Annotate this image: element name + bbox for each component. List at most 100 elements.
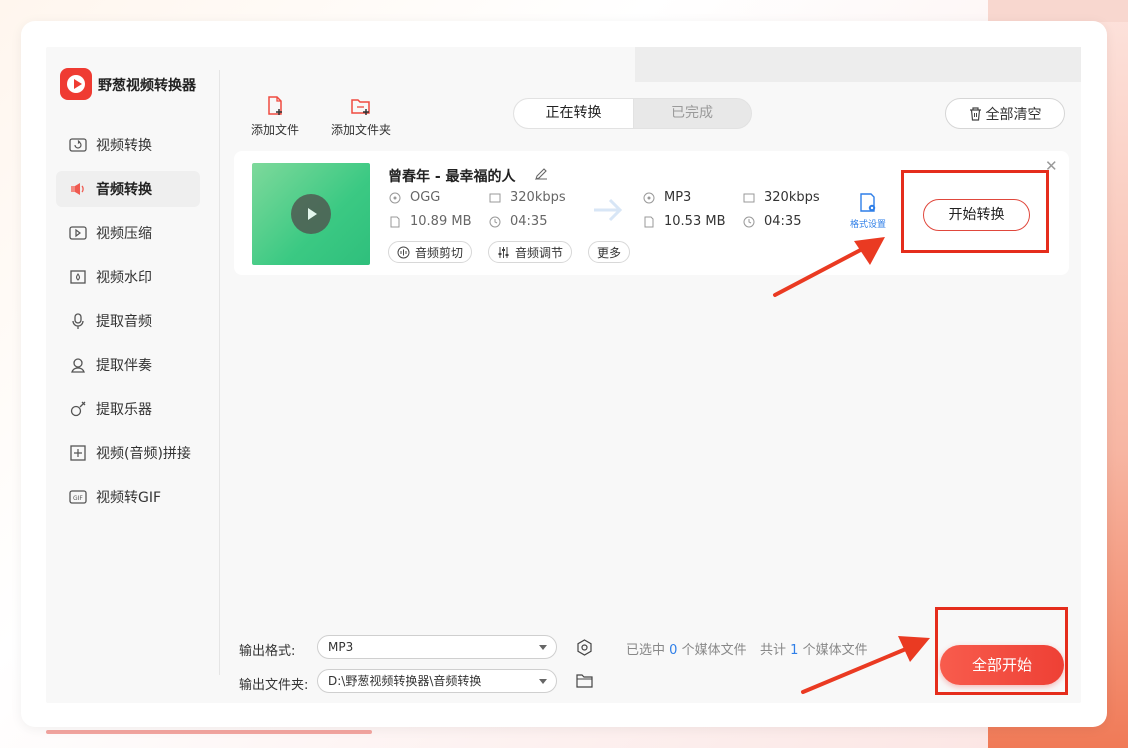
selected-count-text: 已选中 0 个媒体文件 (626, 639, 747, 658)
format-settings-button[interactable]: 格式设置 (848, 192, 888, 230)
input-format-value: OGG (410, 190, 441, 205)
format-icon (642, 191, 656, 205)
add-file-label: 添加文件 (250, 123, 299, 137)
clear-all-button[interactable]: 全部清空 (945, 98, 1065, 129)
sidebar-divider (219, 70, 220, 675)
app-logo-icon (60, 68, 92, 100)
sidebar-item-label: 音频转换 (96, 182, 152, 198)
output-folder-select[interactable]: D:\野葱视频转换器\音频转换 (317, 669, 557, 693)
output-format-label: 输出格式: (239, 644, 296, 659)
video-convert-icon (68, 135, 88, 155)
add-file-icon (268, 96, 282, 115)
folder-icon[interactable] (576, 673, 593, 688)
sidebar-item-label: 视频(音频)拼接 (96, 446, 191, 462)
background-accent-top (988, 0, 1128, 22)
bitrate-icon (488, 191, 502, 205)
output-format: MP3 (642, 190, 691, 205)
app-body (46, 47, 1081, 703)
audio-cut-button[interactable]: 音频剪切 (388, 241, 473, 263)
app-title: 野葱视频转换器 (98, 78, 196, 94)
mic-icon (68, 311, 88, 331)
sidebar-item-video-watermark[interactable]: 视频水印 (56, 259, 200, 295)
selected-suffix: 个媒体文件 (681, 643, 747, 658)
accompaniment-icon (68, 355, 88, 375)
sliders-icon (498, 246, 509, 258)
output-bitrate: 320kbps (742, 190, 820, 205)
audio-cut-label: 音频剪切 (415, 245, 464, 260)
clock-icon (742, 215, 756, 229)
output-duration: 04:35 (742, 214, 801, 229)
audio-adjust-button[interactable]: 音频调节 (488, 241, 573, 263)
waveform-icon (397, 246, 410, 258)
sidebar-item-label: 视频转GIF (96, 490, 162, 506)
clear-all-label: 全部清空 (985, 106, 1042, 123)
chevron-down-icon (539, 679, 547, 684)
arrow-right-icon (594, 198, 623, 222)
sidebar-item-extract-audio[interactable]: 提取音频 (56, 303, 200, 339)
guitar-icon (68, 399, 88, 419)
selected-prefix: 已选中 (626, 643, 666, 658)
sidebar-item-label: 视频转换 (96, 138, 152, 154)
edit-icon[interactable] (534, 166, 549, 181)
trash-icon (969, 106, 981, 121)
play-icon[interactable] (291, 194, 331, 234)
sidebar-item-audio-convert[interactable]: 音频转换 (56, 171, 200, 207)
speaker-icon (68, 179, 88, 199)
output-format-select[interactable]: MP3 (317, 635, 557, 659)
format-settings-label: 格式设置 (849, 220, 886, 230)
sidebar-item-label: 提取音频 (96, 314, 152, 330)
more-label: 更多 (597, 245, 622, 260)
chevron-down-icon (539, 645, 547, 650)
sidebar-item-label: 视频水印 (96, 270, 152, 286)
sidebar-item-merge[interactable]: 视频(音频)拼接 (56, 435, 200, 471)
background-line (46, 730, 372, 734)
output-duration-value: 04:35 (764, 214, 802, 229)
more-button[interactable]: 更多 (588, 241, 631, 263)
add-file-button[interactable]: 添加文件 (250, 95, 300, 138)
output-size-value: 10.53 MB (664, 214, 726, 229)
file-size-icon (388, 215, 402, 229)
file-size-icon (642, 215, 656, 229)
clock-icon (488, 215, 502, 229)
format-settings-icon (860, 193, 876, 212)
add-folder-button[interactable]: 添加文件夹 (330, 95, 392, 138)
total-prefix: 共计 (760, 643, 787, 658)
input-bitrate: 320kbps (488, 190, 566, 205)
sidebar-item-extract-accompaniment[interactable]: 提取伴奏 (56, 347, 200, 383)
input-duration-value: 04:35 (510, 214, 548, 229)
tab-converting[interactable]: 正在转换 (514, 99, 634, 128)
output-bitrate-value: 320kbps (764, 190, 820, 205)
input-bitrate-value: 320kbps (510, 190, 566, 205)
add-folder-icon (351, 99, 370, 115)
highlight-box-start (901, 170, 1049, 253)
annotation-arrow-start-all (801, 636, 930, 694)
format-icon (388, 191, 402, 205)
output-format-selected: MP3 (328, 640, 354, 654)
input-size: 10.89 MB (388, 214, 471, 229)
compress-icon (68, 223, 88, 243)
sidebar-item-video-compress[interactable]: 视频压缩 (56, 215, 200, 251)
input-size-value: 10.89 MB (410, 214, 472, 229)
watermark-icon (68, 267, 88, 287)
audio-adjust-label: 音频调节 (515, 245, 564, 260)
selected-count: 0 (669, 643, 678, 658)
sidebar-item-extract-instrument[interactable]: 提取乐器 (56, 391, 200, 427)
sidebar-item-video-convert[interactable]: 视频转换 (56, 127, 200, 163)
highlight-box-start-all (935, 607, 1068, 695)
output-format-value: MP3 (664, 190, 692, 205)
settings-icon[interactable] (576, 639, 593, 656)
output-size: 10.53 MB (642, 214, 725, 229)
file-title: 曾春年 - 最幸福的人 (388, 169, 516, 185)
add-folder-label: 添加文件夹 (330, 123, 391, 137)
output-folder-selected: D:\野葱视频转换器\音频转换 (328, 674, 482, 688)
sidebar-item-label: 提取乐器 (96, 402, 152, 418)
output-folder-label: 输出文件夹: (239, 678, 309, 693)
annotation-arrow-start (773, 237, 885, 297)
tab-completed[interactable]: 已完成 (633, 99, 751, 128)
sidebar-item-label: 提取伴奏 (96, 358, 152, 374)
sidebar-item-video-to-gif[interactable]: GIF 视频转GIF (56, 479, 200, 515)
input-format: OGG (388, 190, 440, 205)
status-tabs: 正在转换 已完成 (513, 98, 752, 129)
sidebar-item-label: 视频压缩 (96, 226, 152, 242)
bitrate-icon (742, 191, 756, 205)
